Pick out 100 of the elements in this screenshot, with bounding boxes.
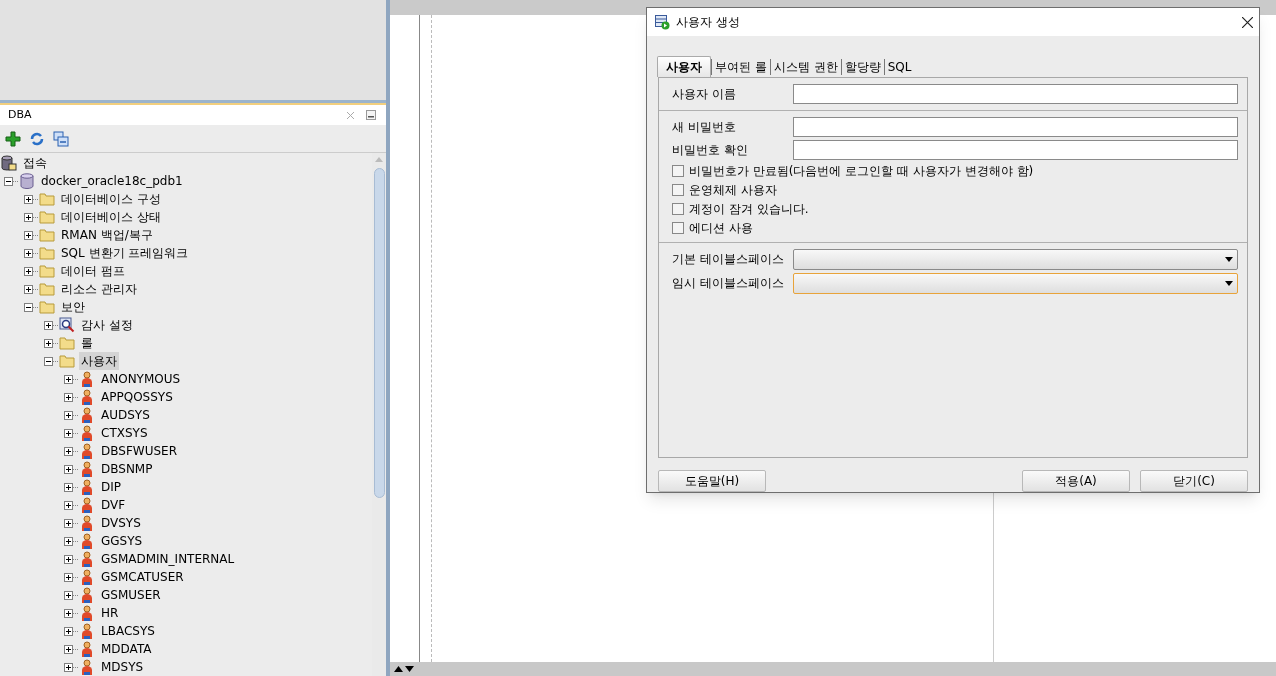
expand-toggle[interactable] [64, 662, 73, 672]
caret-icon [1225, 256, 1233, 262]
field-label: 기본 테이블스페이스 [671, 251, 785, 268]
person-icon [81, 551, 93, 567]
text-field[interactable] [793, 139, 1238, 160]
text-field[interactable] [793, 116, 1238, 137]
expand-toggle[interactable] [64, 500, 73, 510]
text-field[interactable] [793, 83, 1238, 104]
expand-toggle[interactable] [64, 428, 73, 438]
dialog-button[interactable]: 닫기(C) [1140, 470, 1248, 492]
scroll-up-icon[interactable] [394, 666, 403, 672]
person-icon [81, 461, 93, 477]
database-icon [19, 173, 35, 189]
tree-item[interactable]: APPQOSSYS [99, 388, 175, 406]
person-icon [81, 479, 93, 495]
dialog-button[interactable]: 적용(A) [1022, 470, 1130, 492]
tab[interactable]: 시스템 권한 [769, 59, 841, 75]
tree-item[interactable]: docker_oracle18c_pdb1 [39, 172, 185, 190]
folder-icon [39, 228, 55, 242]
expand-toggle[interactable] [24, 212, 33, 222]
expand-toggle[interactable] [64, 410, 73, 420]
tree-item[interactable]: DVSYS [99, 514, 143, 532]
expand-toggle[interactable] [64, 518, 73, 528]
expand-toggle[interactable] [44, 338, 53, 348]
tree-item[interactable]: LBACSYS [99, 622, 157, 640]
person-icon [81, 425, 93, 441]
person-icon [81, 569, 93, 585]
expand-toggle[interactable] [64, 392, 73, 402]
magnifier-icon [59, 317, 75, 333]
expand-toggle[interactable] [64, 482, 73, 492]
expand-toggle[interactable] [64, 644, 73, 654]
collapse-toggle[interactable] [4, 176, 13, 186]
tree-item[interactable]: 사용자 [79, 352, 119, 370]
tab[interactable]: 부여된 롤 [711, 59, 770, 75]
collapse-all-icon[interactable] [53, 130, 69, 147]
tree-item[interactable]: AUDSYS [99, 406, 152, 424]
checkbox[interactable] [672, 202, 684, 215]
tree-item[interactable]: 보안 [59, 298, 87, 316]
tree-item[interactable]: GGSYS [99, 532, 145, 550]
expand-toggle[interactable] [24, 266, 33, 276]
expand-toggle[interactable] [64, 374, 73, 384]
expand-toggle[interactable] [24, 248, 33, 258]
dialog-button[interactable]: 도움말(H) [658, 470, 766, 492]
tab[interactable]: 사용자 [657, 56, 711, 77]
tree-item[interactable]: 롤 [79, 334, 95, 352]
tree-item[interactable]: 데이터베이스 상태 [59, 208, 163, 226]
person-icon [81, 641, 93, 657]
expand-toggle[interactable] [24, 284, 33, 294]
tree-item[interactable]: 감사 설정 [79, 316, 135, 334]
tree-item[interactable]: MDDATA [99, 640, 154, 658]
collapse-toggle[interactable] [44, 356, 53, 366]
tree-item[interactable]: DVF [99, 496, 128, 514]
tab[interactable]: SQL [883, 59, 915, 75]
expand-toggle[interactable] [64, 536, 73, 546]
checkbox[interactable] [672, 164, 684, 177]
folder-icon [39, 210, 55, 224]
tree-item[interactable]: GSMCATUSER [99, 568, 186, 586]
tree-item[interactable]: RMAN 백업/복구 [59, 226, 155, 244]
refresh-icon[interactable] [29, 130, 45, 147]
tree-item[interactable]: 리소스 관리자 [59, 280, 139, 298]
tree-item[interactable]: GSMADMIN_INTERNAL [99, 550, 237, 568]
folder-icon [39, 246, 55, 260]
collapse-toggle[interactable] [24, 302, 33, 312]
expand-toggle[interactable] [64, 554, 73, 564]
checkbox-label: 운영체제 사용자 [689, 181, 777, 199]
tree-item[interactable]: DBSFWUSER [99, 442, 179, 460]
tree-item[interactable]: 접속 [21, 154, 49, 172]
tab[interactable]: 할당량 [840, 59, 884, 75]
expand-toggle[interactable] [64, 590, 73, 600]
person-icon [81, 605, 93, 621]
expand-toggle[interactable] [44, 320, 53, 330]
checkbox[interactable] [672, 183, 684, 196]
expand-toggle[interactable] [64, 608, 73, 618]
tree-item[interactable]: 데이터베이스 구성 [59, 190, 163, 208]
expand-toggle[interactable] [64, 572, 73, 582]
dropdown[interactable] [793, 248, 1238, 270]
tree-item[interactable]: ANONYMOUS [99, 370, 183, 388]
tree-item[interactable]: DIP [99, 478, 123, 496]
tree-item[interactable]: 데이터 펌프 [59, 262, 127, 280]
scroll-down-icon[interactable] [405, 666, 414, 672]
expand-toggle[interactable] [24, 194, 33, 204]
minimize-icon[interactable] [366, 110, 376, 120]
expand-toggle[interactable] [24, 230, 33, 240]
expand-toggle[interactable] [64, 626, 73, 636]
tree-item[interactable]: MDSYS [99, 658, 146, 676]
checkbox[interactable] [672, 221, 684, 234]
close-icon[interactable] [1242, 16, 1253, 28]
tree-item[interactable]: CTXSYS [99, 424, 150, 442]
field-label: 비밀번호 확인 [671, 141, 749, 159]
tree-item[interactable]: SQL 변환기 프레임워크 [59, 244, 191, 262]
person-icon [81, 515, 93, 531]
tree-item[interactable]: HR [99, 604, 121, 622]
expand-toggle[interactable] [64, 464, 73, 474]
expand-toggle[interactable] [64, 446, 73, 456]
checkbox-label: 비밀번호가 만료됨(다음번에 로그인할 때 사용자가 변경해야 함) [689, 162, 1034, 180]
table-icon [655, 14, 670, 30]
tree-item[interactable]: GSMUSER [99, 586, 163, 604]
add-icon[interactable] [5, 130, 21, 147]
checkbox-label: 계정이 잠겨 있습니다. [689, 200, 809, 218]
tree-item[interactable]: DBSNMP [99, 460, 155, 478]
